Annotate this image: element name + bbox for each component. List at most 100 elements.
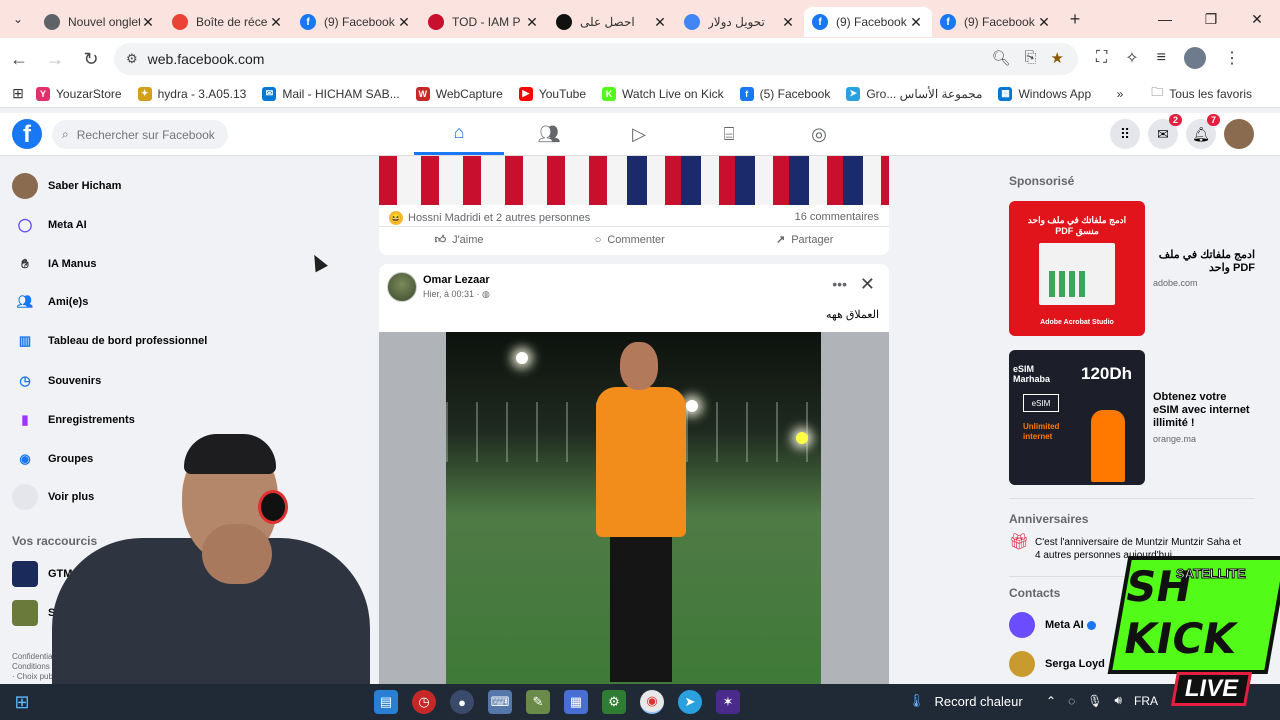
bookmark-item[interactable]: W WebCapture: [415, 86, 503, 101]
messenger-icon[interactable]: ✉ 2: [1148, 114, 1182, 149]
notifications-bell-icon[interactable]: 🔔︎ 7: [1186, 114, 1220, 149]
taskbar-app-icon[interactable]: ◷: [412, 690, 436, 714]
sidebar-item[interactable]: ▥ Tableau de bord professionnel: [12, 328, 207, 354]
taskbar-app-icon[interactable]: ⚙: [602, 690, 626, 714]
close-tab-icon[interactable]: ✕: [652, 14, 668, 31]
close-tab-icon[interactable]: ✕: [780, 14, 796, 31]
browser-tab[interactable]: Boîte de réception✕: [164, 7, 292, 37]
bookmark-item[interactable]: ✉ Mail - HICHAM SAB...: [262, 86, 400, 101]
taskbar-app-icon[interactable]: ✶: [716, 690, 740, 714]
taskbar-app-icon[interactable]: ▤: [374, 690, 398, 714]
all-bookmarks-folder[interactable]: 🗀 Tous les favoris: [1151, 83, 1252, 104]
post-author[interactable]: Omar Lezaar: [423, 274, 490, 286]
bookmark-item[interactable]: ▶ YouTube: [518, 86, 586, 101]
calculator-icon[interactable]: ▦: [564, 690, 588, 714]
more-bookmarks-icon[interactable]: »: [1117, 87, 1124, 101]
sidebar-item[interactable]: 👥︎ Ami(e)s: [12, 289, 89, 315]
nav-friends-icon[interactable]: 👥︎: [504, 113, 594, 155]
bookmark-item[interactable]: ➤ Gro... مجموعة الأساس: [846, 86, 982, 101]
contact-item[interactable]: Serga Loyd: [1009, 651, 1105, 677]
close-tab-icon[interactable]: ✕: [396, 14, 412, 31]
browser-tab[interactable]: TOD - IAM P ✕: [420, 7, 548, 37]
contact-item[interactable]: Meta AI: [1009, 612, 1096, 638]
media-controls-icon[interactable]: ≡: [1157, 49, 1166, 67]
bookmark-star-icon[interactable]: ★: [1051, 49, 1064, 67]
screenshot-extension-icon[interactable]: ⛶: [1096, 49, 1107, 67]
profile-avatar[interactable]: [1183, 47, 1206, 69]
address-bar[interactable]: ⚙ web.facebook.com 🔍︎ ⎘ ★: [114, 43, 1078, 75]
sidebar-item[interactable]: ◷ Souvenirs: [12, 368, 101, 394]
post-caption: العملاق ههه: [826, 309, 879, 321]
nav-video-icon[interactable]: ▷: [594, 113, 684, 155]
browser-tab[interactable]: احصل على ✕: [548, 7, 676, 37]
like-label: J'aime: [452, 233, 484, 246]
restore-button[interactable]: ❐: [1188, 0, 1234, 38]
install-app-icon[interactable]: ⎘: [1025, 49, 1037, 67]
author-avatar[interactable]: [387, 272, 417, 302]
sidebar-item[interactable]: Saber Hicham: [12, 173, 121, 199]
post-image[interactable]: [379, 156, 889, 205]
network-icon[interactable]: ◌: [1068, 694, 1075, 708]
orange-ad-title[interactable]: Obtenez votre eSIM avec internet illimit…: [1153, 391, 1255, 430]
adobe-ad-image[interactable]: ادمج ملفاتك في ملف واحد منسق PDF Adobe A…: [1009, 201, 1145, 336]
close-tab-icon[interactable]: ✕: [1036, 14, 1052, 31]
chrome-taskbar-icon[interactable]: ◉: [640, 690, 664, 714]
close-tab-icon[interactable]: ✕: [268, 14, 284, 31]
reactions-summary[interactable]: 😆 Hossni Madridi et 2 autres personnes: [389, 211, 590, 225]
browser-tab[interactable]: f (9) Facebook ✕: [804, 7, 932, 37]
post-photo[interactable]: [379, 332, 889, 684]
sidebar-item[interactable]: ✋︎ IA Manus: [12, 251, 96, 277]
close-icon[interactable]: ✕: [860, 274, 875, 295]
bookmark-item[interactable]: ▦ Windows App: [998, 86, 1091, 101]
browser-tab[interactable]: تحويل دولار ✕: [676, 7, 804, 37]
close-window-button[interactable]: ✕: [1234, 0, 1280, 38]
weather-widget[interactable]: 🌡︎ Record chaleur: [908, 693, 1023, 709]
share-button[interactable]: ↗ Partager: [776, 233, 833, 247]
apps-grid-icon[interactable]: ⊞: [0, 85, 36, 102]
chrome-menu-icon[interactable]: ⋮: [1224, 48, 1240, 68]
more-options-icon[interactable]: •••: [832, 276, 847, 292]
comment-button[interactable]: ○ Commenter: [595, 234, 665, 246]
adobe-ad-title[interactable]: ادمج ملفاتك في ملف PDF واحد: [1153, 249, 1255, 275]
browser-tab[interactable]: f (9) Facebook ✕: [932, 7, 1060, 37]
sidebar-item[interactable]: ◯ Meta AI: [12, 212, 87, 238]
bookmark-item[interactable]: ✦ hydra - 3.A05.13: [137, 86, 246, 101]
nav-gaming-icon[interactable]: ◎: [774, 113, 864, 155]
minimize-button[interactable]: —: [1142, 0, 1188, 38]
comments-count[interactable]: 16 commentaires: [795, 211, 879, 223]
tray-chevron-icon[interactable]: ⌃: [1046, 694, 1056, 708]
new-tab-button[interactable]: +: [1060, 9, 1090, 30]
site-info-icon[interactable]: ⚙: [126, 51, 138, 67]
close-tab-icon[interactable]: ✕: [140, 14, 156, 31]
close-tab-icon[interactable]: ✕: [524, 14, 540, 31]
nav-home-icon[interactable]: ⌂: [414, 113, 504, 155]
close-tab-icon[interactable]: ✕: [908, 14, 924, 31]
telegram-icon[interactable]: ➤: [678, 690, 702, 714]
orange-ad-image[interactable]: eSIM Marhaba 120Dh eSIM Unlimited intern…: [1009, 350, 1145, 485]
microphone-icon[interactable]: 🎙︎: [1087, 694, 1102, 708]
facebook-search[interactable]: ⌕: [52, 120, 228, 149]
back-button[interactable]: ←: [2, 42, 36, 76]
bookmark-item[interactable]: K Watch Live on Kick: [602, 86, 724, 101]
bookmark-item[interactable]: f (5) Facebook: [739, 86, 830, 101]
url-text[interactable]: web.facebook.com: [148, 51, 265, 67]
reload-button[interactable]: ↻: [74, 42, 108, 76]
account-avatar[interactable]: [1224, 119, 1254, 149]
browser-tab[interactable]: Nouvel onglet ✕: [36, 7, 164, 37]
menu-grid-icon[interactable]: ⠿: [1110, 119, 1140, 149]
start-button[interactable]: ⊞: [0, 692, 44, 713]
tab-search-button[interactable]: ⌄: [0, 0, 36, 38]
taskbar-app-icon[interactable]: ✎: [526, 690, 550, 714]
search-input[interactable]: [76, 127, 217, 142]
extensions-icon[interactable]: ✧: [1125, 48, 1138, 68]
browser-tab[interactable]: f (9) Facebook ✕: [292, 7, 420, 37]
facebook-logo[interactable]: f: [12, 119, 42, 149]
taskbar-app-icon[interactable]: ⌨: [488, 690, 512, 714]
post-timestamp[interactable]: Hier, à 00:31 · ◍: [423, 289, 490, 300]
zoom-icon[interactable]: 🔍︎: [991, 49, 1010, 67]
like-button[interactable]: 👍︎ J'aime: [435, 233, 484, 247]
forward-button[interactable]: →: [38, 42, 72, 76]
bookmark-item[interactable]: Y YouzarStore: [36, 86, 122, 101]
taskbar-app-icon[interactable]: ●: [450, 690, 474, 714]
nav-marketplace-icon[interactable]: ⌸: [684, 113, 774, 155]
